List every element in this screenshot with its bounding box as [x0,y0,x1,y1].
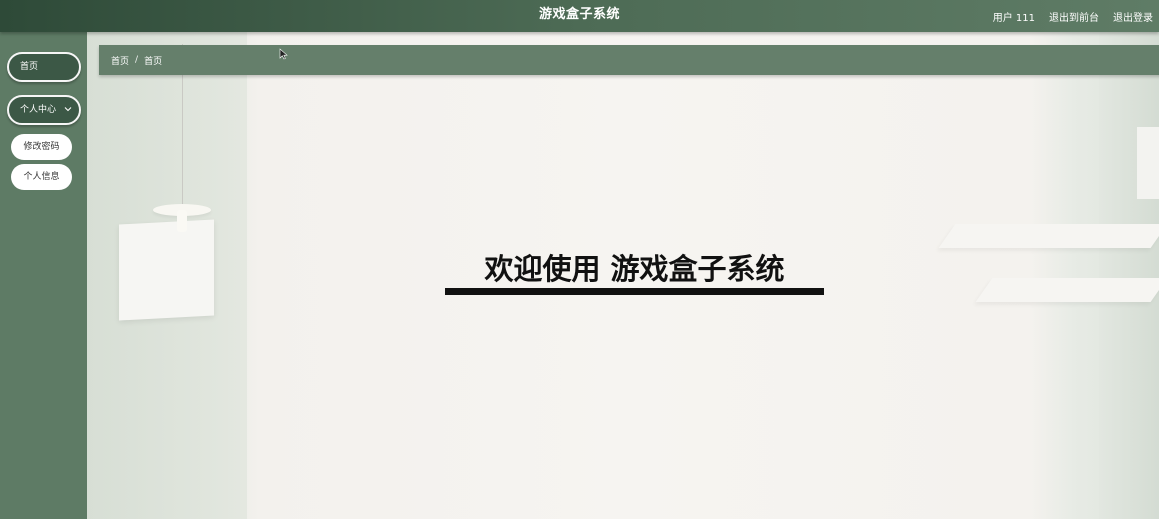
sidebar-subitem-personal-info[interactable]: 个人信息 [11,164,72,190]
breadcrumb: 首页 / 首页 [99,45,1159,75]
shelf-lower [975,278,1159,302]
back-to-frontend-link[interactable]: 退出到前台 [1049,9,1099,24]
shelf-upper [938,224,1159,248]
main-content: 首页 / 首页 欢迎使用 游戏盒子系统 [87,32,1159,519]
sidebar-subitem-change-password[interactable]: 修改密码 [11,134,72,160]
logout-link[interactable]: 退出登录 [1113,9,1153,24]
hanging-frame [119,219,214,321]
lamp-bulb [177,210,187,232]
sidebar-item-home[interactable]: 首页 [7,52,81,82]
welcome-underline [445,288,824,295]
chevron-down-icon [64,107,72,112]
breadcrumb-home[interactable]: 首页 [111,54,129,67]
app-title: 游戏盒子系统 [538,7,620,22]
sidebar-item-label: 个人中心 [20,105,57,115]
top-bar: 游戏盒子系统 用户 111 退出到前台 退出登录 [0,0,1159,32]
breadcrumb-current: 首页 [144,56,163,67]
background-wall-right [1099,32,1159,519]
user-link[interactable]: 用户 111 [993,9,1035,24]
welcome-heading: 欢迎使用 游戏盒子系统 [484,252,785,286]
top-links: 用户 111 退出到前台 退出登录 [993,0,1153,32]
breadcrumb-separator: / [135,55,139,65]
mouse-cursor-icon [279,48,288,60]
sidebar: 首页 个人中心 修改密码 个人信息 [0,32,87,519]
sidebar-item-personal-center[interactable]: 个人中心 [7,95,81,125]
sidebar-item-label: 首页 [20,62,39,72]
wall-frame-right [1137,127,1159,199]
